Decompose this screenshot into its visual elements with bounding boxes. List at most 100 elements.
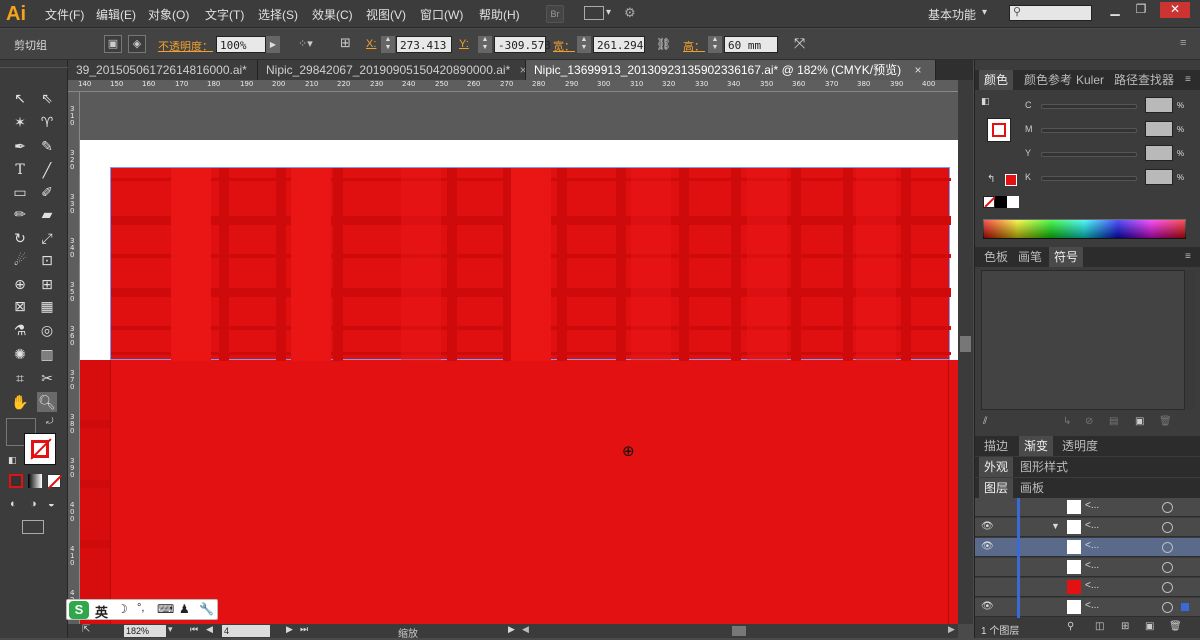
paintbrush-tool-icon[interactable]: ✐ <box>37 182 57 202</box>
default-colors-icon[interactable]: ◧ <box>8 455 17 466</box>
visibility-eye-icon[interactable]: 👁︎ <box>981 541 995 553</box>
channel-y-slider[interactable] <box>1041 152 1137 157</box>
slice-tool-icon[interactable]: ✂ <box>37 368 57 388</box>
channel-k-slider[interactable] <box>1041 176 1137 181</box>
keyboard-icon[interactable]: ⌨ <box>157 602 174 616</box>
reference-point-icon[interactable]: ⊞ <box>340 35 351 51</box>
target-icon[interactable] <box>1162 502 1173 513</box>
perspective-grid-tool-icon[interactable]: ⊞ <box>37 274 57 294</box>
menu-effect[interactable]: 效果(C) <box>312 6 353 23</box>
shape-builder-tool-icon[interactable]: ⊕ <box>10 274 30 294</box>
color-stroke-swatch-icon[interactable] <box>987 118 1011 142</box>
arrange-chevron-icon[interactable]: ▾ <box>606 7 611 18</box>
zoom-level-field[interactable]: 182% <box>124 625 166 637</box>
width-label[interactable]: 宽： <box>553 38 575 54</box>
vertical-scroll-thumb[interactable] <box>960 336 971 352</box>
eyedropper-tool-icon[interactable]: ⚗ <box>10 320 30 340</box>
column-graph-tool-icon[interactable]: ▥ <box>37 344 57 364</box>
tab-document-1[interactable]: 39_20150506172614816000.ai* × <box>68 60 258 80</box>
screen-mode-icon[interactable] <box>22 520 44 534</box>
tab-brushes[interactable]: 画笔 <box>1013 247 1047 267</box>
workspace-switcher[interactable]: 基本功能 <box>928 6 976 23</box>
scroll-left-icon[interactable]: ◀ <box>522 624 529 635</box>
scale-tool-icon[interactable]: ⤢ <box>37 228 57 248</box>
menu-type[interactable]: 文字(T) <box>205 6 244 23</box>
vertical-ruler[interactable]: 3 1 0 3 2 0 3 3 0 3 4 0 3 5 0 3 6 0 3 7 … <box>68 92 80 624</box>
layer-row[interactable]: 👁︎ ▼ <... <box>975 518 1200 537</box>
tab-pathfinder[interactable]: 路径查找器 <box>1109 70 1179 90</box>
black-swatch[interactable] <box>995 196 1007 208</box>
pen-tool-icon[interactable]: ✒ <box>10 136 30 156</box>
layer-name[interactable]: <... <box>1085 540 1099 551</box>
new-sublayer-icon[interactable]: ⊞ <box>1121 621 1129 632</box>
tab-graphic-styles[interactable]: 图形样式 <box>1015 457 1073 477</box>
menu-edit[interactable]: 编辑(E) <box>96 6 136 23</box>
layer-name[interactable]: <... <box>1085 580 1099 591</box>
vertical-scrollbar[interactable] <box>958 80 973 624</box>
ime-language-toggle[interactable]: 英 <box>95 602 108 621</box>
tab-color-guide[interactable]: 颜色参考 <box>1019 70 1077 90</box>
red-background-shape[interactable] <box>80 360 958 624</box>
layer-name[interactable]: <... <box>1085 520 1099 531</box>
draw-mode-icon[interactable]: ◐ <box>10 498 17 510</box>
layer-name[interactable]: <... <box>1085 500 1099 511</box>
previous-artboard-icon[interactable]: ◀ <box>206 624 213 635</box>
sogou-logo-icon[interactable]: S <box>69 601 89 619</box>
locate-object-icon[interactable]: ⚲ <box>1067 621 1074 632</box>
none-mode-icon[interactable] <box>47 474 63 490</box>
status-menu-icon[interactable]: ▶ <box>508 624 515 635</box>
tab-document-active[interactable]: Nipic_13699913_20130923135902336167.ai* … <box>526 60 936 80</box>
transform-icon[interactable]: ⤧ <box>794 35 805 52</box>
bridge-button[interactable]: Br <box>546 5 564 23</box>
menu-view[interactable]: 视图(V) <box>366 6 406 23</box>
tab-transparency[interactable]: 透明度 <box>1057 436 1103 456</box>
channel-y-input[interactable] <box>1145 145 1173 161</box>
draw-inside-icon[interactable]: ◒ <box>48 498 55 510</box>
gpu-performance-icon[interactable]: ⚙ <box>624 5 636 21</box>
none-swatch-icon[interactable] <box>983 196 996 208</box>
symbol-options-icon[interactable]: ▤ <box>1109 416 1118 427</box>
warp-tool-icon[interactable]: ☄ <box>10 250 30 270</box>
tab-appearance[interactable]: 外观 <box>979 457 1014 477</box>
restore-icon[interactable]: ❐ <box>1130 2 1152 18</box>
user-icon[interactable]: ♟ <box>179 602 190 616</box>
channel-m-slider[interactable] <box>1041 128 1137 133</box>
panel-menu-icon[interactable]: ≡ <box>1185 74 1191 85</box>
panel-menu-icon[interactable]: ≡ <box>1185 251 1191 262</box>
menu-select[interactable]: 选择(S) <box>258 6 298 23</box>
layer-row[interactable]: 👁︎ <... <box>975 598 1200 617</box>
layer-name[interactable]: <... <box>1085 600 1099 611</box>
toolbar-grip[interactable] <box>0 62 68 68</box>
horizontal-scroll-thumb[interactable] <box>732 626 746 636</box>
hand-tool-icon[interactable]: ✋ <box>10 392 30 412</box>
constrain-proportions-icon[interactable]: ⛓ <box>656 37 671 51</box>
close-icon[interactable]: × <box>914 63 921 77</box>
tab-gradient[interactable]: 渐变 <box>1019 436 1054 456</box>
tab-artboards[interactable]: 画板 <box>1015 478 1049 498</box>
first-artboard-icon[interactable]: ⏮ <box>190 624 198 635</box>
pencil-tool-icon[interactable]: ✏ <box>10 204 30 224</box>
new-symbol-icon[interactable]: ▣ <box>1135 416 1144 427</box>
ime-punctuation-icon[interactable]: °, <box>137 602 144 614</box>
layer-row[interactable]: <... <box>975 498 1200 517</box>
tab-stroke[interactable]: 描边 <box>979 436 1013 456</box>
target-icon[interactable] <box>1162 542 1173 553</box>
edit-clipping-path-icon[interactable]: ▣ <box>104 35 122 53</box>
recolor-artwork-icon[interactable]: ⁘▾ <box>298 37 313 50</box>
workspace-chevron-icon[interactable]: ▾ <box>982 7 987 18</box>
channel-c-input[interactable] <box>1145 97 1173 113</box>
target-icon[interactable] <box>1162 562 1173 573</box>
height-input[interactable]: 60 mm <box>724 36 778 53</box>
channel-k-input[interactable] <box>1145 169 1173 185</box>
mesh-tool-icon[interactable]: ⊠ <box>10 296 30 316</box>
width-input[interactable]: 261.294 <box>593 36 645 53</box>
tab-document-2[interactable]: Nipic_29842067_20190905150420890000.ai* … <box>258 60 526 80</box>
settings-wrench-icon[interactable]: 🔧 <box>199 602 214 616</box>
blend-tool-icon[interactable]: ◎ <box>37 320 57 340</box>
tab-swatches[interactable]: 色板 <box>979 247 1013 267</box>
target-icon[interactable] <box>1162 522 1173 533</box>
scroll-right-icon[interactable]: ▶ <box>948 624 955 635</box>
zoom-tool-icon[interactable]: 🔍︎ <box>37 392 57 412</box>
weave-pattern-group[interactable] <box>110 167 951 361</box>
menu-window[interactable]: 窗口(W) <box>420 6 463 23</box>
